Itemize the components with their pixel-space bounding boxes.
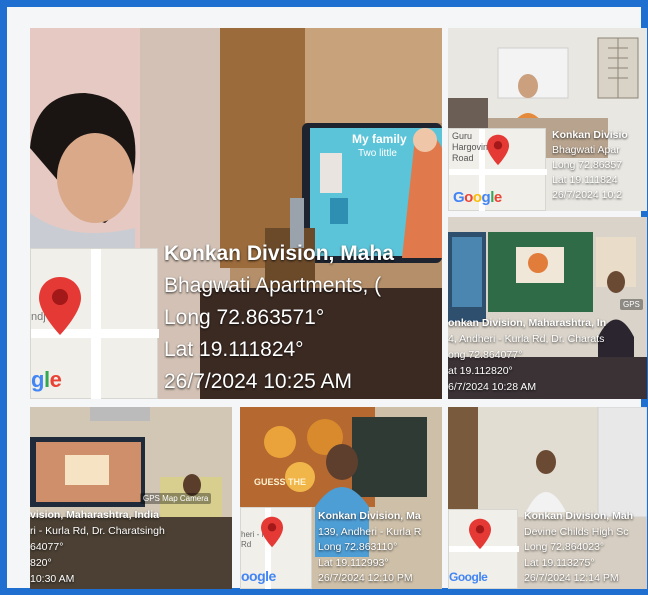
map-pin-icon bbox=[39, 277, 81, 335]
caption-address: Devine Childs High Sc bbox=[524, 525, 629, 538]
caption-latitude: Lat 19.111824 bbox=[552, 174, 618, 186]
caption-longitude: ong 72.864077° bbox=[448, 349, 523, 361]
caption-division: Konkan Division, Ma bbox=[318, 510, 421, 522]
caption-timestamp: 26/7/2024 10:2 bbox=[552, 189, 623, 201]
caption-longitude: Long 72.863571° bbox=[164, 306, 325, 329]
caption-address: 4, Andheri - Kurla Rd, Dr. Charats bbox=[448, 333, 605, 345]
caption-timestamp: 6/7/2024 10:28 AM bbox=[448, 381, 537, 393]
caption-division: Konkan Divisio bbox=[552, 129, 628, 141]
google-logo: Google bbox=[453, 189, 502, 206]
map-street-label: Guru bbox=[452, 131, 473, 141]
caption-address: Bhagwati Apar bbox=[552, 144, 620, 156]
geotag-caption: Konkan Division, Mah Devine Childs High … bbox=[524, 509, 647, 587]
map-pin-icon bbox=[261, 516, 283, 548]
caption-timestamp: 10:30 AM bbox=[30, 573, 75, 585]
caption-latitude: at 19.112820° bbox=[448, 365, 513, 377]
caption-address: 139, Andheri - Kurla R bbox=[318, 525, 422, 538]
caption-longitude: Long 72.864023° bbox=[524, 541, 605, 553]
location-map: Guru Hargovind Road Google bbox=[448, 128, 547, 211]
caption-address: Bhagwati Apartments, ( bbox=[164, 274, 382, 297]
geotag-caption: vision, Maharashtra, India ri - Kurla Rd… bbox=[30, 507, 232, 587]
caption-latitude: Lat 19.111824° bbox=[164, 338, 304, 361]
mid-right-photo-tile: GPS onkan Division, Maharashtra, In 4, A… bbox=[448, 217, 647, 399]
photo-collage-frame: My family Two little ndj gle Konkan Divi… bbox=[0, 0, 648, 595]
location-map: Google bbox=[448, 509, 519, 589]
caption-timestamp: 26/7/2024 12:10 PM bbox=[318, 572, 413, 584]
caption-latitude: 820° bbox=[30, 557, 52, 569]
main-photo-tile: My family Two little ndj gle Konkan Divi… bbox=[30, 28, 442, 399]
map-pin-icon bbox=[487, 134, 509, 166]
map-pin-icon bbox=[469, 518, 491, 550]
google-logo: Google bbox=[449, 570, 488, 584]
screen-text-2: Two little bbox=[358, 148, 397, 159]
geotag-caption: Konkan Division, Maha Bhagwati Apartment… bbox=[164, 238, 442, 398]
geotag-caption: onkan Division, Maharashtra, In 4, Andhe… bbox=[448, 315, 647, 395]
google-logo: oogle bbox=[241, 568, 276, 584]
caption-longitude: Long 72.863110° bbox=[318, 541, 398, 553]
geotag-caption: Konkan Divisio Bhagwati Apar Long 72.863… bbox=[552, 128, 647, 203]
bottom-left-photo-tile: GPS Map Camera vision, Maharashtra, Indi… bbox=[30, 407, 232, 589]
caption-division: vision, Maharashtra, India bbox=[30, 509, 159, 521]
caption-address: ri - Kurla Rd, Dr. Charatsingh bbox=[30, 525, 165, 537]
caption-latitude: Lat 19.112993° bbox=[318, 556, 389, 569]
bottom-middle-photo-tile: GUESS THE heri - Kurla Rd oogle Konkan D… bbox=[240, 407, 442, 589]
bottom-right-photo-tile: Google Konkan Division, Mah Devine Child… bbox=[448, 407, 647, 589]
map-street-label: Road bbox=[452, 153, 474, 163]
caption-longitude: 64077° bbox=[30, 541, 64, 553]
screen-text: GUESS THE bbox=[254, 477, 307, 487]
top-right-photo-tile: Guru Hargovind Road Google Konkan Divisi… bbox=[448, 28, 647, 211]
google-logo: gle bbox=[31, 367, 62, 392]
gps-camera-icon: GPS Map Camera bbox=[140, 493, 212, 504]
caption-timestamp: 26/7/2024 10:25 AM bbox=[164, 370, 352, 393]
screen-text-1: My family bbox=[352, 132, 407, 146]
caption-division: onkan Division, Maharashtra, In bbox=[448, 317, 607, 329]
caption-longitude: Long 72.86357 bbox=[552, 159, 623, 171]
location-map: ndj gle bbox=[30, 248, 159, 399]
location-map: heri - Kurla Rd oogle bbox=[240, 507, 312, 589]
map-street-label: Rd bbox=[241, 540, 252, 549]
caption-division: Konkan Division, Maha bbox=[164, 242, 394, 265]
geotag-caption: Konkan Division, Ma 139, Andheri - Kurla… bbox=[318, 509, 442, 587]
caption-latitude: Lat 19.113275° bbox=[524, 556, 595, 569]
caption-division: Konkan Division, Mah bbox=[524, 510, 634, 522]
gps-camera-icon: GPS bbox=[620, 299, 643, 310]
caption-timestamp: 26/7/2024 12:14 PM bbox=[524, 572, 619, 584]
